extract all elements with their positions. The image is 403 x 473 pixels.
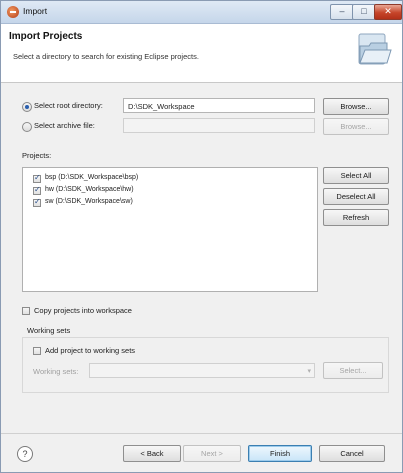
working-sets-group-label: Working sets — [27, 326, 71, 335]
add-to-working-sets-checkbox[interactable] — [33, 347, 41, 355]
footer-separator — [1, 433, 402, 434]
window-title: Import — [23, 6, 48, 16]
copy-projects-label: Copy projects into workspace — [34, 306, 132, 315]
import-app-icon — [7, 6, 19, 18]
help-icon[interactable]: ? — [17, 446, 33, 462]
root-directory-input[interactable]: D:\SDK_Workspace — [123, 98, 315, 113]
title-bar: Import – □ ✕ — [1, 1, 402, 24]
open-folder-icon — [358, 33, 392, 65]
archive-file-label: Select archive file: — [34, 121, 95, 130]
project-label: sw (D:\SDK_Workspace\sw) — [45, 198, 133, 205]
close-button[interactable]: ✕ — [374, 4, 402, 20]
back-button[interactable]: < Back — [123, 445, 181, 462]
archive-browse-button[interactable]: Browse... — [323, 118, 389, 135]
project-checkbox[interactable] — [33, 173, 41, 183]
root-directory-label: Select root directory: — [34, 101, 103, 110]
next-button[interactable]: Next > — [183, 445, 241, 462]
working-sets-combo[interactable]: ▾ — [89, 363, 315, 378]
project-checkbox[interactable] — [33, 185, 41, 195]
root-directory-radio[interactable] — [22, 102, 32, 112]
select-all-button[interactable]: Select All — [323, 167, 389, 184]
projects-label: Projects: — [22, 151, 52, 160]
project-label: bsp (D:\SDK_Workspace\bsp) — [45, 174, 139, 181]
wizard-banner: Import Projects Select a directory to se… — [1, 24, 402, 83]
archive-file-input[interactable] — [123, 118, 315, 133]
maximize-button[interactable]: □ — [352, 4, 376, 20]
import-dialog: Import – □ ✕ Import Projects Select a di… — [0, 0, 403, 473]
finish-button[interactable]: Finish — [248, 445, 312, 462]
cancel-button[interactable]: Cancel — [319, 445, 385, 462]
copy-projects-checkbox[interactable] — [22, 307, 30, 315]
banner-description: Select a directory to search for existin… — [13, 52, 199, 61]
add-to-working-sets-label: Add project to working sets — [45, 346, 136, 355]
archive-file-radio[interactable] — [22, 122, 32, 132]
working-sets-select-button[interactable]: Select... — [323, 362, 383, 379]
deselect-all-button[interactable]: Deselect All — [323, 188, 389, 205]
refresh-button[interactable]: Refresh — [323, 209, 389, 226]
minimize-button[interactable]: – — [330, 4, 354, 20]
working-sets-field-label: Working sets: — [33, 367, 79, 376]
projects-list[interactable]: bsp (D:\SDK_Workspace\bsp) hw (D:\SDK_Wo… — [22, 167, 318, 292]
project-label: hw (D:\SDK_Workspace\hw) — [45, 186, 134, 193]
chevron-down-icon: ▾ — [307, 368, 311, 375]
project-checkbox[interactable] — [33, 197, 41, 207]
banner-title: Import Projects — [9, 31, 83, 42]
root-browse-button[interactable]: Browse... — [323, 98, 389, 115]
